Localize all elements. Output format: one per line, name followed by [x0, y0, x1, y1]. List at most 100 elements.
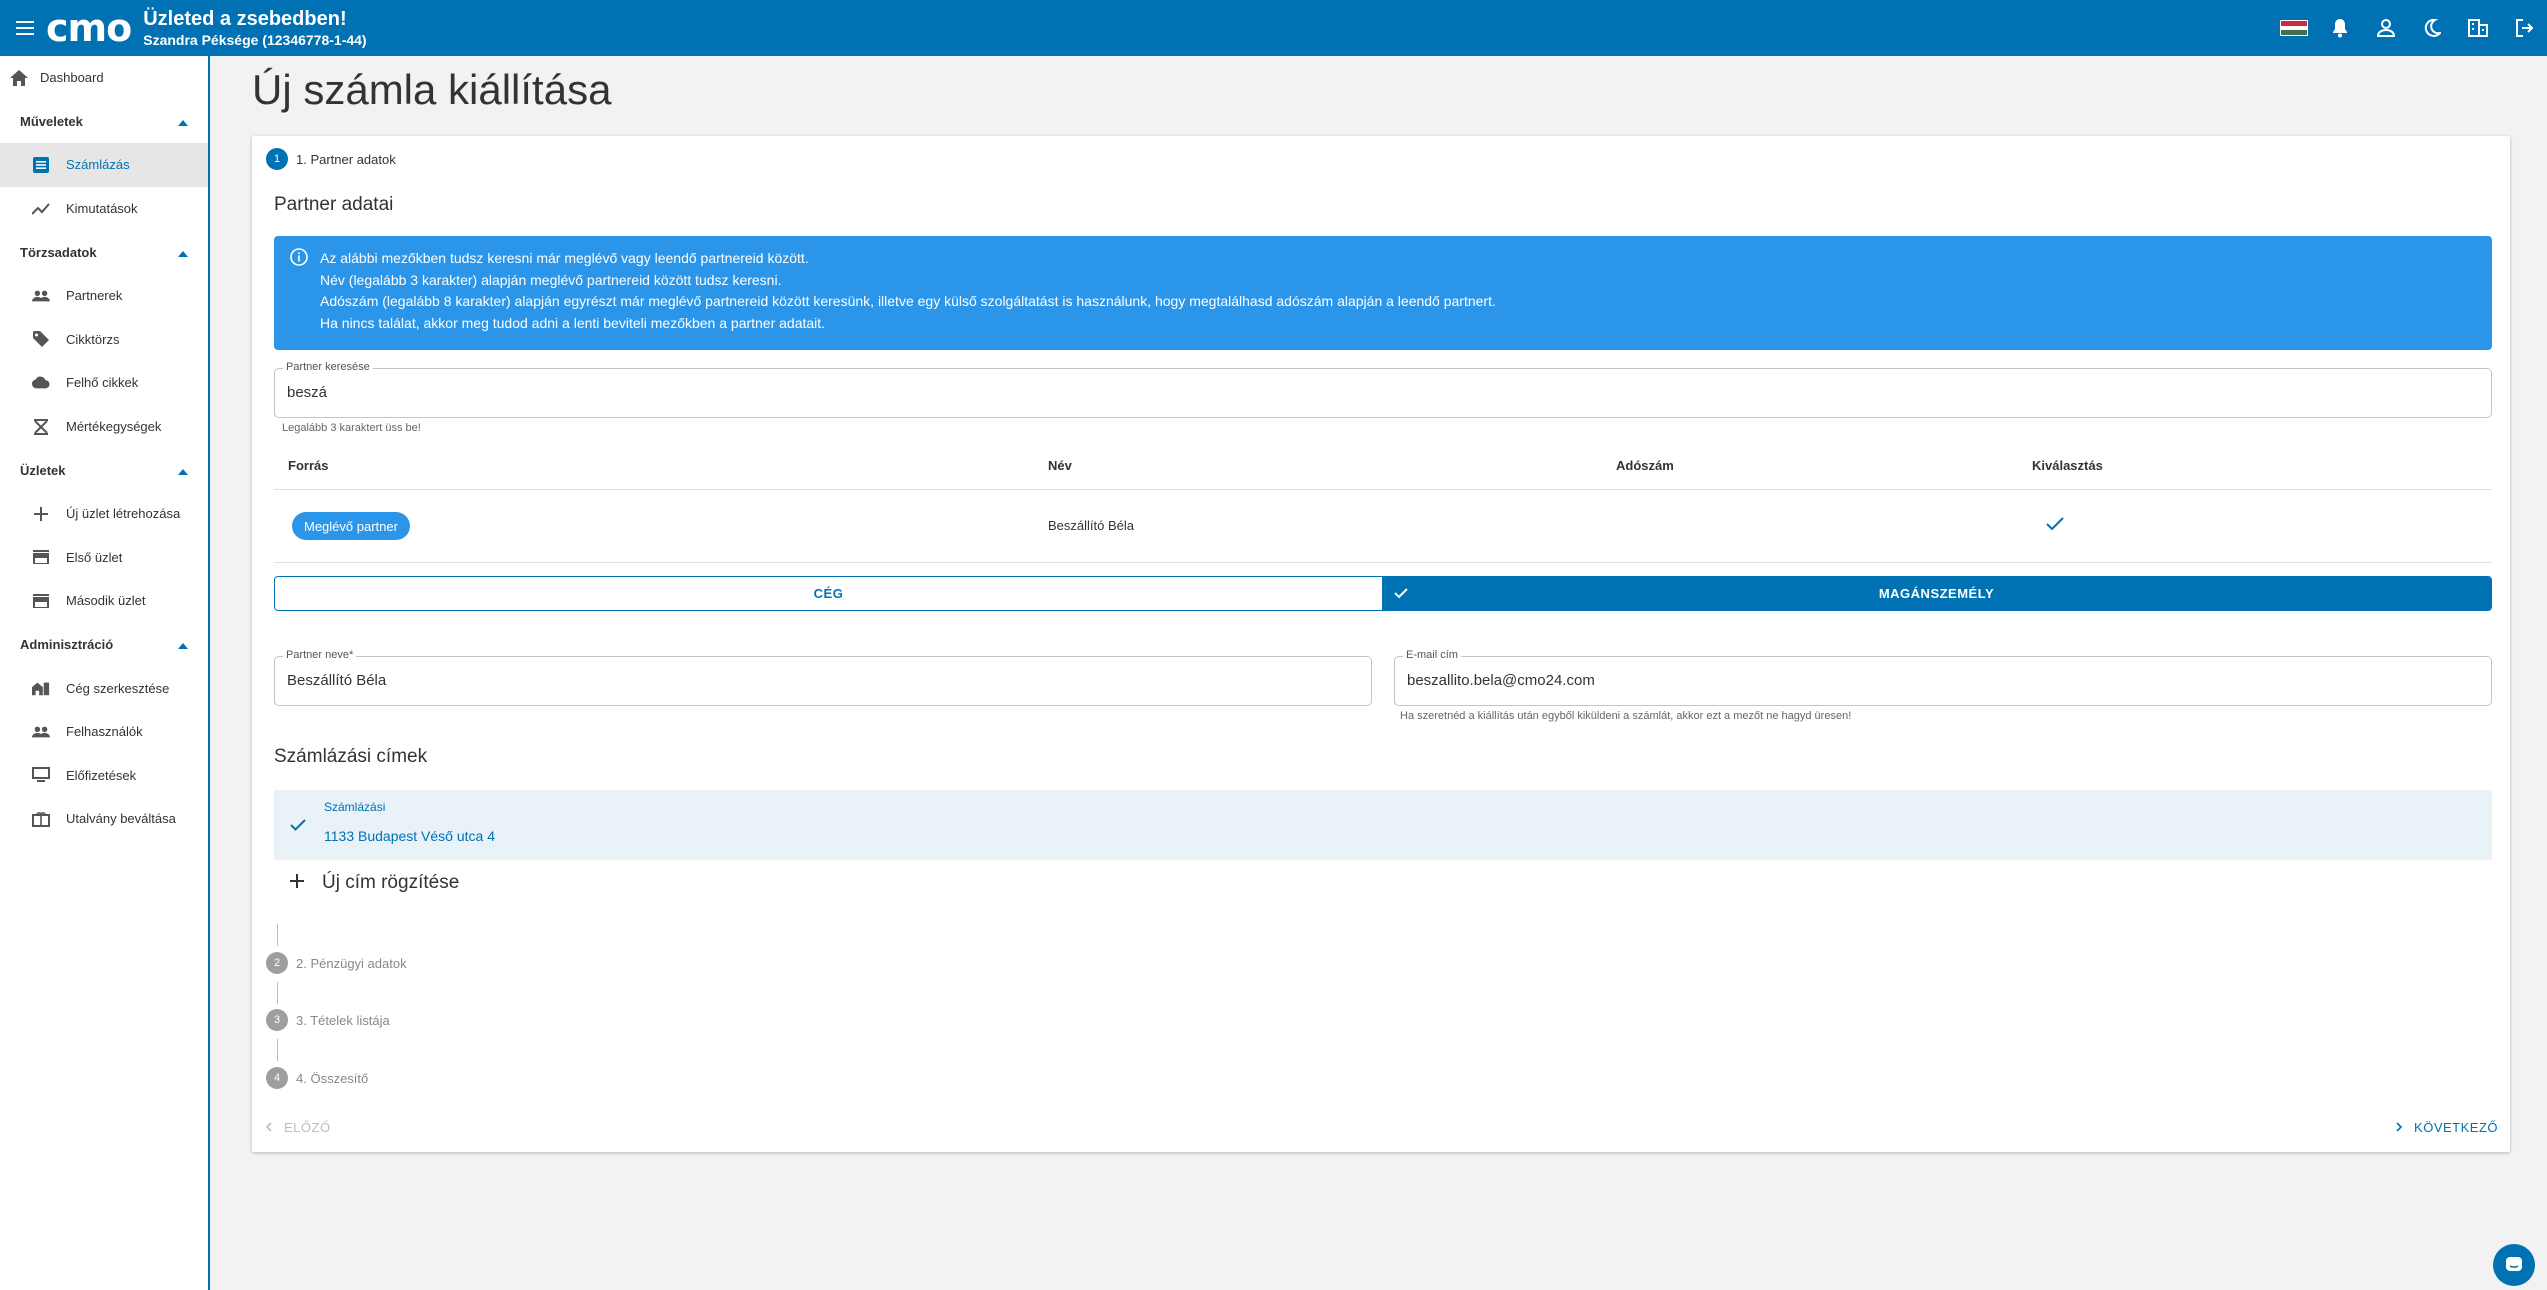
email-field[interactable]: E-mail cím beszallito.bela@cmo24.com	[1394, 649, 2492, 706]
chevron-up-icon	[178, 463, 188, 478]
sidebar-item-felho-cikkek[interactable]: Felhő cikkek	[0, 361, 208, 405]
subscription-icon	[32, 766, 50, 784]
sidebar-section-torzsadatok[interactable]: Törzsadatok	[0, 230, 208, 274]
sidebar-item-label: Mértékegységek	[66, 419, 162, 435]
person-icon[interactable]	[2363, 0, 2409, 56]
menu-icon[interactable]	[0, 0, 52, 56]
sidebar-section-title: Adminisztráció	[20, 637, 114, 653]
table-header-tax: Adószám	[1616, 458, 1674, 473]
chevron-left-icon	[265, 1120, 272, 1135]
people-icon	[32, 723, 50, 741]
step-4-label: 4. Összesítő	[296, 1070, 369, 1086]
partner-name-field[interactable]: Partner neve* Beszállító Béla	[274, 649, 1372, 706]
info-line: Név (legalább 3 karakter) alapján meglév…	[320, 271, 782, 288]
sidebar-item-ceg-szerkesztese[interactable]: Cég szerkesztése	[0, 666, 208, 710]
sidebar-item-label: Előfizetések	[66, 767, 137, 783]
sidebar-item-uj-uzlet[interactable]: Új üzlet létrehozása	[0, 492, 208, 536]
sidebar-item-felhasznalok[interactable]: Felhasználók	[0, 710, 208, 754]
app-tagline: Üzleted a zsebedben!	[143, 8, 347, 30]
partner-name-cell: Beszállító Béla	[1048, 518, 1134, 533]
toggle-private-label: MAGÁNSZEMÉLY	[1878, 586, 1995, 601]
table-header-source: Forrás	[288, 458, 329, 473]
plus-icon	[32, 505, 50, 523]
toggle-company-button[interactable]: CÉG	[275, 577, 1382, 610]
source-chip: Meglévő partner	[292, 512, 410, 540]
add-address-button[interactable]: Új cím rögzítése	[290, 872, 459, 894]
trending-icon	[32, 200, 50, 218]
partner-name-value: Beszállító Béla	[287, 672, 387, 689]
next-button[interactable]: KÖVETKEZŐ	[2396, 1120, 2498, 1135]
invoice-stepper-card: 1 1. Partner adatok Partner adatai Az al…	[252, 136, 2510, 1152]
voucher-icon	[32, 810, 50, 828]
sidebar-section-uzletek[interactable]: Üzletek	[0, 448, 208, 492]
hungarian-flag-icon[interactable]	[2271, 0, 2317, 56]
step-3-header[interactable]: 3 3. Tételek listája	[266, 1009, 390, 1031]
sidebar-item-mertekegysegek[interactable]: Mértékegységek	[0, 405, 208, 449]
prev-button[interactable]: ELŐZŐ	[265, 1120, 331, 1135]
info-line: Ha nincs találat, akkor meg tudod adni a…	[320, 314, 826, 331]
add-address-label: Új cím rögzítése	[322, 872, 460, 893]
sidebar-section-adminisztracio[interactable]: Adminisztráció	[0, 623, 208, 667]
step-connector	[277, 1039, 278, 1061]
step-2-header[interactable]: 2 2. Pénzügyi adatok	[266, 952, 407, 974]
info-text: Az alábbi mezőkben tudsz keresni már meg…	[320, 248, 1496, 334]
sidebar-item-szamlazas[interactable]: Számlázás	[0, 143, 208, 187]
step-1-number: 1	[266, 148, 288, 170]
email-hint: Ha szeretnéd a kiállítás után egyből kik…	[1400, 710, 1852, 722]
sidebar-item-dashboard[interactable]: Dashboard	[0, 56, 208, 100]
table-header-select: Kiválasztás	[2032, 458, 2103, 473]
sidebar-item-label: Dashboard	[40, 70, 104, 86]
address-type: Számlázási	[324, 800, 386, 814]
sidebar-item-label: Felhasználók	[66, 724, 143, 740]
sidebar-item-utalvany-bevaltasa[interactable]: Utalvány beváltása	[0, 797, 208, 841]
sidebar-item-label: Utalvány beváltása	[66, 811, 176, 827]
info-line: Adószám (legalább 8 karakter) alapján eg…	[320, 293, 1496, 309]
sidebar-item-masodik-uzlet[interactable]: Második üzlet	[0, 579, 208, 623]
sidebar-section-muveletek[interactable]: Műveletek	[0, 100, 208, 144]
home-icon	[10, 69, 28, 87]
table-header-name: Név	[1048, 458, 1072, 473]
sidebar-item-elso-uzlet[interactable]: Első üzlet	[0, 536, 208, 580]
step-4-header[interactable]: 4 4. Összesítő	[266, 1067, 368, 1089]
sidebar-item-kimutatasok[interactable]: Kimutatások	[0, 187, 208, 231]
logout-icon[interactable]	[2501, 0, 2547, 56]
sidebar-item-label: Felhő cikkek	[66, 375, 139, 391]
partner-type-toggle: CÉG MAGÁNSZEMÉLY	[274, 576, 2492, 611]
store-icon	[32, 548, 50, 566]
toggle-private-button[interactable]: MAGÁNSZEMÉLY	[1382, 577, 2491, 610]
partner-search-input[interactable]: Partner keresése beszá	[274, 361, 2492, 418]
app-logo[interactable]: cmo	[46, 0, 132, 56]
chat-icon[interactable]	[2493, 1244, 2535, 1286]
step-3-number: 3	[266, 1009, 288, 1031]
step-connector	[277, 982, 278, 1004]
tag-icon	[32, 330, 50, 348]
sidebar-item-cikktorzs[interactable]: Cikktörzs	[0, 318, 208, 362]
chevron-right-icon	[2396, 1120, 2403, 1135]
partner-search-hint: Legalább 3 karaktert üss be!	[282, 422, 421, 434]
check-icon[interactable]	[2046, 517, 2064, 536]
app-header: cmo Üzleted a zsebedben! Szandra Péksége…	[0, 0, 2547, 56]
building-icon[interactable]	[2455, 0, 2501, 56]
header-actions	[2271, 0, 2547, 56]
info-line: Az alábbi mezőkben tudsz keresni már meg…	[320, 250, 809, 266]
sidebar-item-partnerek[interactable]: Partnerek	[0, 274, 208, 318]
sidebar-item-label: Első üzlet	[66, 549, 123, 565]
table-row[interactable]: Meglévő partner Beszállító Béla	[274, 490, 2492, 562]
info-banner: Az alábbi mezőkben tudsz keresni már meg…	[274, 236, 2492, 350]
sidebar-item-elofizetesek[interactable]: Előfizetések	[0, 754, 208, 798]
partner-search-value: beszá	[287, 384, 328, 401]
email-label: E-mail cím	[1403, 649, 1461, 661]
next-label: KÖVETKEZŐ	[2414, 1120, 2498, 1135]
sidebar-item-label: Kimutatások	[66, 201, 138, 217]
moon-icon[interactable]	[2409, 0, 2455, 56]
step-2-label: 2. Pénzügyi adatok	[296, 955, 407, 971]
chevron-up-icon	[178, 114, 188, 129]
billing-addresses-title: Számlázási címek	[274, 746, 428, 767]
check-icon	[1394, 587, 1408, 602]
step-1-header[interactable]: 1 1. Partner adatok	[266, 148, 396, 170]
sidebar-item-label: Partnerek	[66, 288, 123, 304]
bell-icon[interactable]	[2317, 0, 2363, 56]
sidebar-item-label: Új üzlet létrehozása	[66, 506, 181, 522]
address-item[interactable]: Számlázási 1133 Budapest Véső utca 4	[274, 790, 2492, 860]
info-icon	[290, 248, 308, 269]
